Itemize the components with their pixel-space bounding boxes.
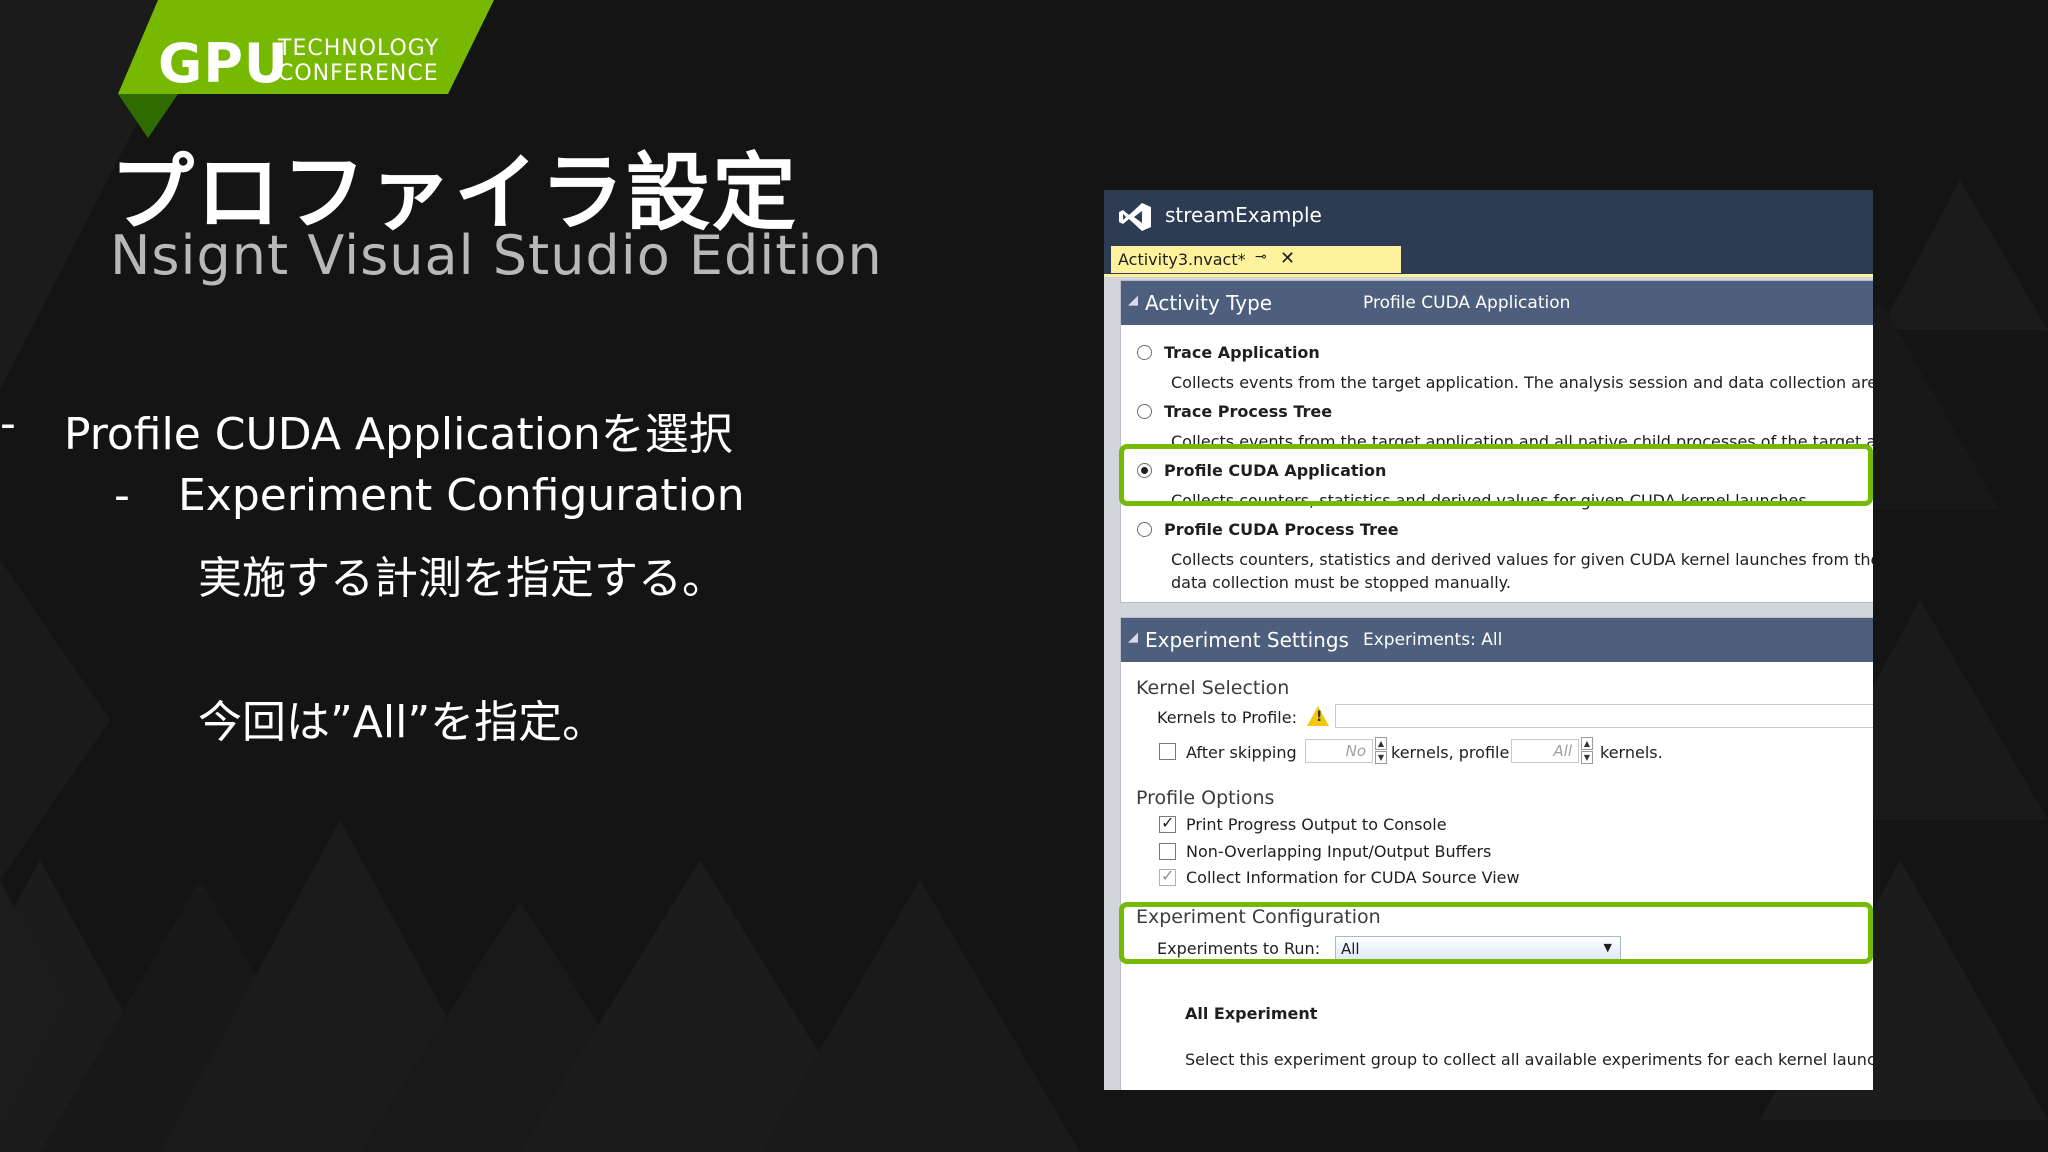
stepper-up-icon[interactable]: ▲: [1375, 737, 1387, 750]
activity-type-header[interactable]: ◢ Activity Type Profile CUDA Application: [1121, 281, 1873, 325]
stepper-down-icon[interactable]: ▼: [1581, 751, 1593, 764]
tab-label: Activity3.nvact*: [1118, 250, 1246, 269]
activity-type-section: ◢ Activity Type Profile CUDA Application…: [1120, 280, 1873, 603]
non-overlapping-checkbox[interactable]: [1159, 843, 1176, 860]
non-overlapping-label: Non-Overlapping Input/Output Buffers: [1186, 842, 1492, 861]
experiment-description-text: Select this experiment group to collect …: [1185, 1050, 1873, 1069]
skip-count-input[interactable]: No: [1305, 739, 1373, 763]
pin-icon[interactable]: ⊸: [1255, 249, 1267, 265]
option-desc-trace-application: Collects events from the target applicat…: [1171, 373, 1873, 392]
after-skipping-checkbox[interactable]: [1159, 743, 1176, 760]
highlight-profile-cuda-application: [1119, 444, 1873, 506]
slide-subtitle: Nsignt Visual Studio Edition: [110, 224, 883, 287]
bullet-2-note: 実施する計測を指定する。: [198, 553, 726, 604]
experiment-description-title: All Experiment: [1185, 1004, 1318, 1023]
print-progress-label: Print Progress Output to Console: [1186, 815, 1447, 834]
bullet-2-note-all: 今回は”All”を指定。: [198, 697, 607, 748]
collect-source-view-label: Collect Information for CUDA Source View: [1186, 868, 1520, 887]
settings-content: ◢ Activity Type Profile CUDA Application…: [1104, 277, 1873, 1090]
kernels-end-label: kernels.: [1600, 743, 1663, 762]
window-titlebar: streamExample: [1104, 190, 1873, 246]
collapse-icon[interactable]: ◢: [1128, 630, 1138, 645]
kernel-selection-title: Kernel Selection: [1136, 677, 1290, 699]
gtc-badge-gpu: GPU: [158, 32, 289, 95]
after-skipping-label: After skipping: [1186, 743, 1297, 762]
skip-count-stepper[interactable]: ▲ ▼: [1375, 737, 1387, 765]
profile-count-stepper[interactable]: ▲ ▼: [1581, 737, 1593, 765]
activity-type-value: Profile CUDA Application: [1363, 293, 1571, 313]
profile-options-title: Profile Options: [1136, 787, 1275, 809]
nsight-settings-window: streamExample Activity3.nvact* ⊸ ✕ ◢ Act…: [1104, 190, 1873, 1090]
option-title-trace-process-tree[interactable]: Trace Process Tree: [1164, 402, 1332, 421]
collect-source-view-checkbox[interactable]: [1159, 866, 1176, 886]
radio-trace-application[interactable]: [1137, 345, 1152, 360]
kernels-profile-label: kernels, profile: [1391, 743, 1510, 762]
activity-type-title: Activity Type: [1145, 291, 1273, 315]
window-title: streamExample: [1165, 203, 1322, 227]
kernels-to-profile-input[interactable]: [1335, 704, 1873, 728]
option-desc-profile-cuda-process-tree: Collects counters, statistics and derive…: [1171, 550, 1873, 569]
print-progress-checkbox[interactable]: [1159, 813, 1176, 833]
experiment-description-panel: All Experiment Select this experiment gr…: [1163, 976, 1873, 1090]
visual-studio-icon: [1119, 203, 1151, 231]
radio-profile-cuda-process-tree[interactable]: [1137, 522, 1152, 537]
collapse-icon[interactable]: ◢: [1128, 293, 1138, 308]
profile-count-input[interactable]: All: [1511, 739, 1579, 763]
gtc-badge-caption: TECHNOLOGY CONFERENCE: [278, 36, 440, 86]
experiment-settings-section: ◢ Experiment Settings Experiments: All K…: [1120, 617, 1873, 1090]
stepper-up-icon[interactable]: ▲: [1581, 737, 1593, 750]
experiment-settings-title: Experiment Settings: [1145, 628, 1349, 652]
option-title-trace-application[interactable]: Trace Application: [1164, 343, 1320, 362]
highlight-experiment-configuration: [1119, 902, 1873, 964]
experiment-settings-header[interactable]: ◢ Experiment Settings Experiments: All: [1121, 618, 1873, 662]
radio-trace-process-tree[interactable]: [1137, 404, 1152, 419]
close-icon[interactable]: ✕: [1280, 248, 1295, 269]
option-title-profile-cuda-process-tree[interactable]: Profile CUDA Process Tree: [1164, 520, 1399, 539]
kernels-to-profile-label: Kernels to Profile:: [1157, 708, 1297, 727]
document-tab[interactable]: Activity3.nvact* ⊸ ✕: [1111, 246, 1401, 273]
option-desc2-profile-cuda-process-tree: data collection must be stopped manually…: [1171, 573, 1511, 592]
experiment-settings-value: Experiments: All: [1363, 630, 1503, 650]
stepper-down-icon[interactable]: ▼: [1375, 751, 1387, 764]
